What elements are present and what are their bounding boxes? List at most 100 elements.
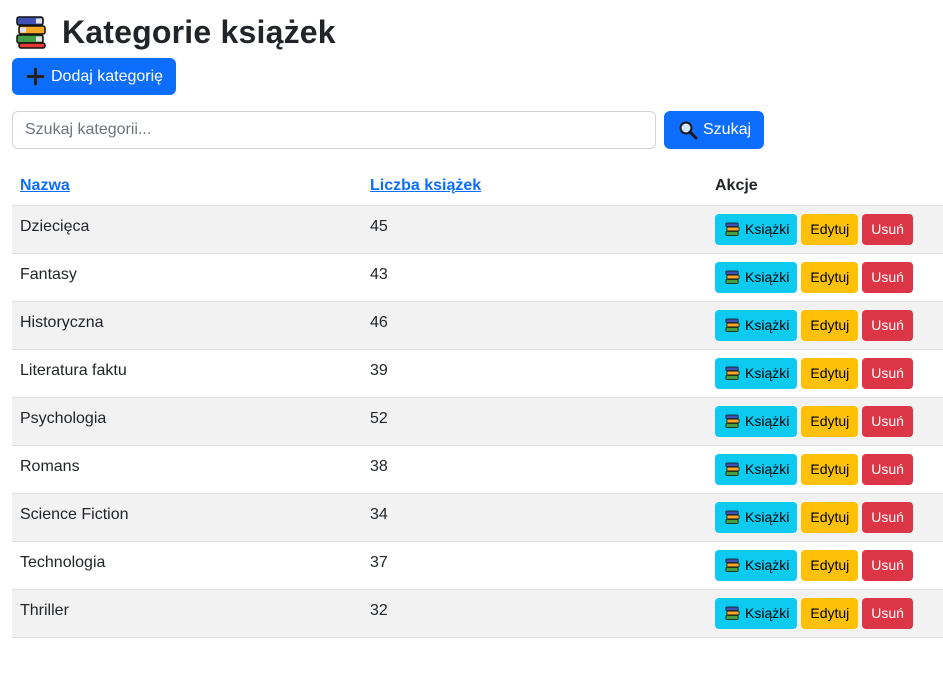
edit-button-label: Edytuj <box>810 605 850 621</box>
delete-button[interactable]: Usuń <box>862 405 913 437</box>
books-icon <box>725 366 740 380</box>
category-name: Literatura faktu <box>12 349 362 398</box>
search-input[interactable] <box>12 111 656 149</box>
books-icon <box>725 462 740 476</box>
search-button-label: Szukaj <box>703 121 752 138</box>
books-button[interactable]: Książki <box>715 357 798 389</box>
delete-button-label: Usuń <box>871 221 904 237</box>
row-actions: Książki Edytuj Usuń <box>707 205 943 254</box>
edit-button[interactable]: Edytuj <box>801 453 859 485</box>
table-header-row: Nazwa Liczba książek Akcje <box>12 167 943 206</box>
delete-button[interactable]: Usuń <box>862 213 913 245</box>
delete-button[interactable]: Usuń <box>862 453 913 485</box>
books-button[interactable]: Książki <box>715 261 798 293</box>
category-name-text: Fantasy <box>20 265 77 283</box>
book-count: 34 <box>362 493 707 542</box>
book-count: 38 <box>362 445 707 494</box>
book-count-text: 39 <box>370 361 388 379</box>
table-row: Dziecięca 45 Książki Edytuj Usuń <box>12 205 943 254</box>
delete-button[interactable]: Usuń <box>862 597 913 629</box>
delete-button-label: Usuń <box>871 269 904 285</box>
delete-button[interactable]: Usuń <box>862 309 913 341</box>
books-button-label: Książki <box>745 269 790 285</box>
plus-icon <box>26 67 45 86</box>
table-row: Romans 38 Książki Edytuj Usuń <box>12 445 943 494</box>
book-count-text: 43 <box>370 265 388 283</box>
table-row: Psychologia 52 Książki Edytuj Usuń <box>12 397 943 446</box>
books-button[interactable]: Książki <box>715 549 798 581</box>
search-bar: Szukaj <box>12 111 943 149</box>
edit-button[interactable]: Edytuj <box>801 549 859 581</box>
page: Kategorie książek Dodaj kategorię Szukaj… <box>0 12 943 638</box>
row-actions: Książki Edytuj Usuń <box>707 445 943 494</box>
table-row: Science Fiction 34 Książki Edytuj Usuń <box>12 493 943 542</box>
books-button-label: Książki <box>745 221 790 237</box>
category-name-text: Thriller <box>20 601 69 619</box>
edit-button[interactable]: Edytuj <box>801 261 859 293</box>
add-category-button[interactable]: Dodaj kategorię <box>12 58 177 95</box>
delete-button[interactable]: Usuń <box>862 549 913 581</box>
book-count: 32 <box>362 589 707 638</box>
books-icon <box>725 222 740 236</box>
column-header-count: Liczba książek <box>362 167 707 206</box>
books-button-label: Książki <box>745 605 790 621</box>
delete-button[interactable]: Usuń <box>862 261 913 293</box>
edit-button-label: Edytuj <box>810 269 850 285</box>
row-actions: Książki Edytuj Usuń <box>707 253 943 302</box>
edit-button-label: Edytuj <box>810 557 850 573</box>
categories-table: Nazwa Liczba książek Akcje Dziecięca 45 … <box>12 167 943 638</box>
category-name: Dziecięca <box>12 205 362 254</box>
books-button[interactable]: Książki <box>715 501 798 533</box>
category-name: Romans <box>12 445 362 494</box>
category-name: Thriller <box>12 589 362 638</box>
category-name: Historyczna <box>12 301 362 350</box>
books-button[interactable]: Książki <box>715 597 798 629</box>
books-button[interactable]: Książki <box>715 213 798 245</box>
category-name: Technologia <box>12 541 362 590</box>
add-category-label: Dodaj kategorię <box>51 67 164 85</box>
table-row: Technologia 37 Książki Edytuj Usuń <box>12 541 943 590</box>
edit-button-label: Edytuj <box>810 221 850 237</box>
table-row: Fantasy 43 Książki Edytuj Usuń <box>12 253 943 302</box>
category-name-text: Literatura faktu <box>20 361 127 379</box>
books-button[interactable]: Książki <box>715 309 798 341</box>
edit-button[interactable]: Edytuj <box>801 405 859 437</box>
row-actions: Książki Edytuj Usuń <box>707 589 943 638</box>
books-button-label: Książki <box>745 509 790 525</box>
books-icon <box>16 16 46 49</box>
delete-button[interactable]: Usuń <box>862 501 913 533</box>
sort-by-name-link[interactable]: Nazwa <box>20 177 70 194</box>
edit-button[interactable]: Edytuj <box>801 309 859 341</box>
delete-button-label: Usuń <box>871 317 904 333</box>
sort-by-count-link[interactable]: Liczba książek <box>370 177 481 194</box>
edit-button[interactable]: Edytuj <box>801 597 859 629</box>
delete-button-label: Usuń <box>871 365 904 381</box>
edit-button-label: Edytuj <box>810 461 850 477</box>
books-button[interactable]: Książki <box>715 405 798 437</box>
books-button-label: Książki <box>745 317 790 333</box>
table-row: Thriller 32 Książki Edytuj Usuń <box>12 589 943 638</box>
book-count: 37 <box>362 541 707 590</box>
books-button-label: Książki <box>745 461 790 477</box>
book-count-text: 46 <box>370 313 388 331</box>
books-icon <box>725 510 740 524</box>
books-button[interactable]: Książki <box>715 453 798 485</box>
edit-button-label: Edytuj <box>810 413 850 429</box>
page-title: Kategorie książek <box>62 14 336 50</box>
edit-button[interactable]: Edytuj <box>801 213 859 245</box>
category-name: Science Fiction <box>12 493 362 542</box>
category-name-text: Psychologia <box>20 409 107 427</box>
book-count-text: 34 <box>370 505 388 523</box>
delete-button-label: Usuń <box>871 605 904 621</box>
book-count: 39 <box>362 349 707 398</box>
category-name-text: Romans <box>20 457 80 475</box>
edit-button[interactable]: Edytuj <box>801 501 859 533</box>
delete-button[interactable]: Usuń <box>862 357 913 389</box>
category-name: Fantasy <box>12 253 362 302</box>
column-header-name: Nazwa <box>12 167 362 206</box>
row-actions: Książki Edytuj Usuń <box>707 301 943 350</box>
search-button[interactable]: Szukaj <box>664 111 765 149</box>
books-button-label: Książki <box>745 557 790 573</box>
edit-button[interactable]: Edytuj <box>801 357 859 389</box>
books-icon <box>725 414 740 428</box>
